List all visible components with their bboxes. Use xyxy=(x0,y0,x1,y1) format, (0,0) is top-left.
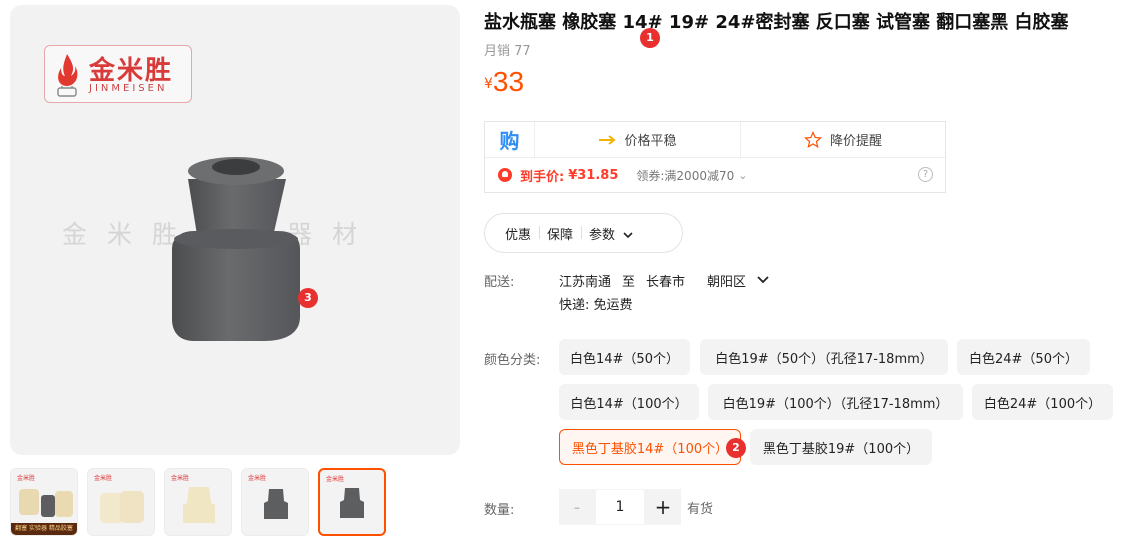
hand-price-label: 到手价: xyxy=(520,169,565,185)
color-label: 颜色分类: xyxy=(484,353,541,368)
brand-logo: 金米胜 JINMEISEN xyxy=(44,45,192,103)
sku-option[interactable]: 白色14#（100个） xyxy=(559,384,699,420)
help-icon[interactable]: ? xyxy=(918,167,933,182)
product-title: 盐水瓶塞 橡胶塞 14# 19# 24#密封塞 反口塞 试管塞 翻口塞黑 白胶塞 xyxy=(484,12,1069,33)
thumbnail-3[interactable]: 金米胜 xyxy=(164,468,232,536)
shipping-route[interactable]: 江苏南通 至 长春市 朝阳区 xyxy=(559,271,769,290)
annotation-badge: 2 xyxy=(726,438,746,458)
price-trend-label: 价格平稳 xyxy=(624,134,677,149)
price-alert-label: 降价提醒 xyxy=(829,134,882,149)
ship-district: 朝阳区 xyxy=(707,275,747,290)
price-alert-button[interactable]: 降价提醒 xyxy=(741,122,945,157)
chevron-down-icon xyxy=(623,231,633,238)
annotation-badge: 3 xyxy=(298,288,318,308)
sku-option[interactable]: 白色24#（50个） xyxy=(957,339,1090,375)
sku-option[interactable]: 白色24#（100个） xyxy=(972,384,1113,420)
quantity-input[interactable]: 1 xyxy=(595,489,645,525)
flame-icon xyxy=(57,54,78,97)
ship-to-word: 至 xyxy=(622,275,636,290)
express-info: 快递: 免运费 xyxy=(559,298,633,313)
price-currency: ¥ xyxy=(484,76,493,92)
quantity-stepper: - 1 + 有货 xyxy=(559,489,713,525)
logo-brand-pinyin: JINMEISEN xyxy=(89,83,168,94)
ship-from: 江苏南通 xyxy=(559,275,612,290)
sku-option[interactable]: 白色14#（50个） xyxy=(559,339,690,375)
arrow-right-icon xyxy=(599,134,617,145)
price-value: 33 xyxy=(492,66,525,97)
chevron-down-icon[interactable] xyxy=(757,275,769,285)
sku-option[interactable]: 黑色丁基胶19#（100个） xyxy=(750,429,932,465)
ship-city: 长春市 xyxy=(646,275,686,290)
thumb-logo: 金米胜 xyxy=(326,476,345,483)
monthly-sales: 月销 77 xyxy=(484,40,531,59)
thumbnail-1[interactable]: 金米胜 翻塞 实验器 精品胶塞 xyxy=(10,468,78,536)
thumb-logo: 金米胜 xyxy=(94,475,113,482)
logo-brand-name: 金米胜 xyxy=(89,56,174,86)
hand-price-value: ¥31.85 xyxy=(568,167,619,183)
quantity-label: 数量: xyxy=(484,503,515,518)
sku-option[interactable]: 白色19#（100个）（孔径17-18mm） xyxy=(708,384,963,420)
increase-button[interactable]: + xyxy=(645,489,681,525)
chevron-down-icon[interactable]: ⌄ xyxy=(738,169,747,182)
thumbnail-2[interactable]: 金米胜 xyxy=(87,468,155,536)
product-price: ¥33 xyxy=(484,66,524,98)
buy-logo-icon: 购 xyxy=(485,122,535,157)
tab-params-label: 参数 xyxy=(589,227,616,243)
hand-price-row: 到手价: ¥31.85 领券:满2000减70 ⌄ ? xyxy=(485,158,945,192)
bell-icon xyxy=(498,168,512,182)
thumbnail-5-selected[interactable]: 金米胜 xyxy=(318,468,386,536)
tab-discount[interactable]: 优惠 xyxy=(497,224,539,243)
sku-option-selected[interactable]: 黑色丁基胶14#（100个） xyxy=(559,429,741,465)
decrease-button[interactable]: - xyxy=(559,489,595,525)
thumbnail-strip: 金米胜 翻塞 实验器 精品胶塞 金米胜 金米胜 金米胜 金米胜 xyxy=(10,468,460,536)
tab-params[interactable]: 参数 xyxy=(581,224,641,243)
thumbnail-4[interactable]: 金米胜 xyxy=(241,468,309,536)
price-trend[interactable]: 价格平稳 xyxy=(535,122,741,157)
coupon-link[interactable]: 领券:满2000减70 xyxy=(636,167,734,184)
sku-option[interactable]: 白色19#（50个）（孔径17-18mm） xyxy=(700,339,948,375)
price-promo-box: 购 价格平稳 降价提醒 到手价: ¥31.85 领券:满2000减70 ⌄ ? xyxy=(484,121,946,193)
sales-label: 月销 xyxy=(484,44,511,59)
product-gallery: 金米胜 JINMEISEN 金米胜实验器材 金米胜 xyxy=(10,5,460,536)
star-icon xyxy=(804,130,822,148)
stock-status: 有货 xyxy=(687,501,714,517)
thumb-logo: 金米胜 xyxy=(248,475,267,482)
info-tabs: 优惠 保障 参数 xyxy=(484,213,683,253)
sales-count: 77 xyxy=(514,44,531,59)
rubber-stopper-image xyxy=(172,157,300,341)
annotation-badge: 1 xyxy=(640,28,660,48)
tab-guarantee[interactable]: 保障 xyxy=(539,224,581,243)
thumb-logo: 金米胜 xyxy=(171,475,190,482)
thumb-logo: 金米胜 xyxy=(17,475,36,482)
shipping-label: 配送: xyxy=(484,275,515,290)
main-product-image[interactable]: 金米胜 JINMEISEN 金米胜实验器材 xyxy=(10,5,460,455)
thumb-promo-band: 翻塞 实验器 精品胶塞 xyxy=(11,523,77,535)
